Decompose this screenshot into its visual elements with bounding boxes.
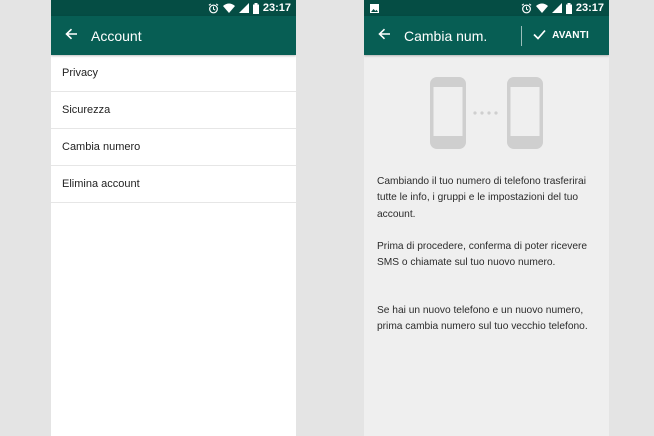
list-item-sicurezza[interactable]: Sicurezza <box>51 92 296 129</box>
appbar-divider <box>521 26 522 46</box>
account-screen: 23:17 Account Privacy Sicurezza Cambia n… <box>51 0 296 436</box>
page-title: Cambia num. <box>404 27 488 44</box>
wifi-icon <box>222 3 235 13</box>
clock-time: 23:17 <box>262 2 291 14</box>
alarm-icon <box>521 2 532 14</box>
check-icon <box>533 29 546 43</box>
account-options-list: Privacy Sicurezza Cambia numero Elimina … <box>51 55 296 203</box>
wifi-icon <box>535 3 548 13</box>
info-paragraph-transfer: Cambiando il tuo numero di telefono tras… <box>377 176 586 220</box>
next-button-label: AVANTI <box>552 30 589 41</box>
info-paragraph-confirm: Prima di procedere, conferma di poter ri… <box>377 241 588 269</box>
next-button[interactable]: AVANTI <box>533 16 589 55</box>
back-button[interactable] <box>51 16 91 55</box>
signal-icon <box>238 3 249 13</box>
old-phone-icon <box>430 77 466 149</box>
new-phone-icon <box>507 77 543 149</box>
app-bar: Account <box>51 16 296 55</box>
arrow-back-icon <box>377 27 391 45</box>
signal-icon <box>551 3 562 13</box>
arrow-back-icon <box>64 27 78 45</box>
image-notification-icon <box>370 3 379 13</box>
status-bar: 23:17 <box>51 0 296 16</box>
clock-time: 23:17 <box>575 2 604 14</box>
alarm-icon <box>208 2 219 14</box>
page-title: Account <box>91 27 142 44</box>
list-item-privacy[interactable]: Privacy <box>51 55 296 92</box>
list-item-elimina-account[interactable]: Elimina account <box>51 166 296 203</box>
transfer-dots-icon <box>473 111 498 115</box>
back-button[interactable] <box>364 16 404 55</box>
status-bar: 23:17 <box>364 0 609 16</box>
info-paragraph-new-phone: Se hai un nuovo telefono e un nuovo nume… <box>377 305 588 333</box>
change-number-screen: 23:17 Cambia num. AVANTI Cambiando il tu… <box>364 0 609 436</box>
phones-illustration <box>430 77 543 149</box>
app-bar: Cambia num. AVANTI <box>364 16 609 55</box>
list-item-cambia-numero[interactable]: Cambia numero <box>51 129 296 166</box>
battery-icon <box>252 2 259 14</box>
battery-icon <box>565 2 572 14</box>
